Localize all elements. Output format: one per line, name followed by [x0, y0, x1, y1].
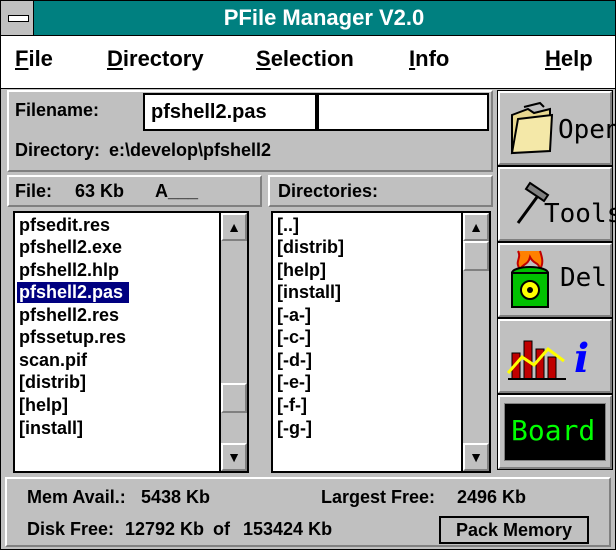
- status-panel: Mem Avail.: 5438 Kb Largest Free: 2496 K…: [5, 477, 611, 547]
- info-label: i: [574, 335, 590, 382]
- menu-bar: File Directory Selection Info Help: [1, 36, 615, 89]
- scroll-thumb[interactable]: [221, 383, 247, 413]
- disk-free-value: 12792 Kb: [125, 519, 205, 539]
- list-item[interactable]: pfssetup.res: [19, 327, 126, 348]
- list-item[interactable]: [-f-]: [277, 395, 307, 416]
- file-attributes: A___: [155, 181, 199, 201]
- list-item[interactable]: [help]: [19, 395, 68, 416]
- folder-icon: [510, 101, 554, 155]
- scroll-up-button[interactable]: ▲: [221, 213, 247, 241]
- tools-label: Tools: [544, 199, 616, 229]
- window-title: PFile Manager V2.0: [223, 5, 425, 30]
- filename-input[interactable]: pfshell2.pas: [143, 93, 317, 131]
- file-list[interactable]: pfsedit.res pfshell2.exe pfshell2.hlp pf…: [13, 211, 249, 473]
- list-item[interactable]: [-e-]: [277, 372, 311, 393]
- delete-label: Del: [560, 263, 607, 293]
- list-item[interactable]: [-d-]: [277, 350, 312, 371]
- board-button[interactable]: Board: [497, 394, 613, 470]
- scroll-down-button[interactable]: ▼: [221, 443, 247, 471]
- board-label: Board: [511, 414, 596, 447]
- delete-button[interactable]: Del: [497, 242, 613, 318]
- largest-free-label: Largest Free:: [321, 487, 436, 507]
- mem-avail-label: Mem Avail.:: [27, 487, 126, 507]
- open-button[interactable]: Open: [497, 90, 615, 166]
- disk-of-text: of: [213, 519, 230, 539]
- filename-label: Filename:: [15, 100, 100, 120]
- directories-header: Directories:: [268, 175, 493, 207]
- tools-button[interactable]: Tools: [497, 166, 615, 242]
- list-item[interactable]: pfshell2.exe: [19, 237, 122, 258]
- list-item[interactable]: [install]: [19, 418, 83, 439]
- directories-label: Directories:: [278, 181, 379, 201]
- list-item[interactable]: pfsedit.res: [19, 215, 110, 236]
- directory-list-scrollbar[interactable]: ▲ ▼: [461, 213, 489, 471]
- list-item[interactable]: scan.pif: [19, 350, 87, 371]
- disk-free-label: Disk Free:: [27, 519, 115, 539]
- list-item[interactable]: [-a-]: [277, 305, 311, 326]
- toxic-barrel-icon: [511, 250, 549, 308]
- list-item[interactable]: [help]: [277, 260, 326, 281]
- directory-path: e:\develop\pfshell2: [109, 140, 272, 160]
- list-item[interactable]: [distrib]: [277, 237, 344, 258]
- menu-directory[interactable]: Directory: [107, 46, 204, 72]
- info-button[interactable]: i: [497, 318, 613, 394]
- mem-avail-value: 5438 Kb: [141, 487, 211, 507]
- file-size: 63 Kb: [75, 181, 125, 201]
- menu-file[interactable]: File: [15, 46, 53, 72]
- largest-free-value: 2496 Kb: [457, 487, 527, 507]
- menu-help[interactable]: Help: [545, 46, 593, 72]
- bar-chart-icon: [506, 340, 566, 380]
- file-label: File:: [15, 181, 53, 201]
- scroll-thumb[interactable]: [463, 241, 489, 271]
- file-list-scrollbar[interactable]: ▲ ▼: [219, 213, 247, 471]
- list-item[interactable]: pfshell2.hlp: [19, 260, 119, 281]
- menu-selection[interactable]: Selection: [256, 46, 354, 72]
- open-label: Open: [558, 115, 616, 145]
- list-item[interactable]: pfshell2.res: [19, 305, 119, 326]
- title-bar[interactable]: PFile Manager V2.0: [1, 1, 615, 36]
- app-window: PFile Manager V2.0 File Directory Select…: [0, 0, 616, 550]
- list-item[interactable]: [..]: [277, 215, 299, 236]
- scroll-down-button[interactable]: ▼: [463, 443, 489, 471]
- system-menu-icon: [8, 15, 29, 22]
- pack-memory-button[interactable]: Pack Memory: [439, 516, 589, 544]
- file-info-bar: File: 63 Kb A___: [7, 175, 262, 207]
- list-item-selected[interactable]: pfshell2.pas: [17, 282, 130, 303]
- directory-list[interactable]: [..] [distrib] [help] [install] [-a-] [-…: [271, 211, 491, 473]
- list-item[interactable]: [install]: [277, 282, 341, 303]
- disk-total-value: 153424 Kb: [243, 519, 333, 539]
- directory-label: Directory:: [15, 140, 101, 160]
- filename-extra-field[interactable]: [317, 93, 489, 131]
- system-menu-button[interactable]: [1, 1, 34, 35]
- menu-info[interactable]: Info: [409, 46, 449, 72]
- list-item[interactable]: [-c-]: [277, 327, 311, 348]
- list-item[interactable]: [-g-]: [277, 418, 312, 439]
- board-screen: Board: [504, 403, 606, 461]
- list-item[interactable]: [distrib]: [19, 372, 86, 393]
- scroll-up-button[interactable]: ▲: [463, 213, 489, 241]
